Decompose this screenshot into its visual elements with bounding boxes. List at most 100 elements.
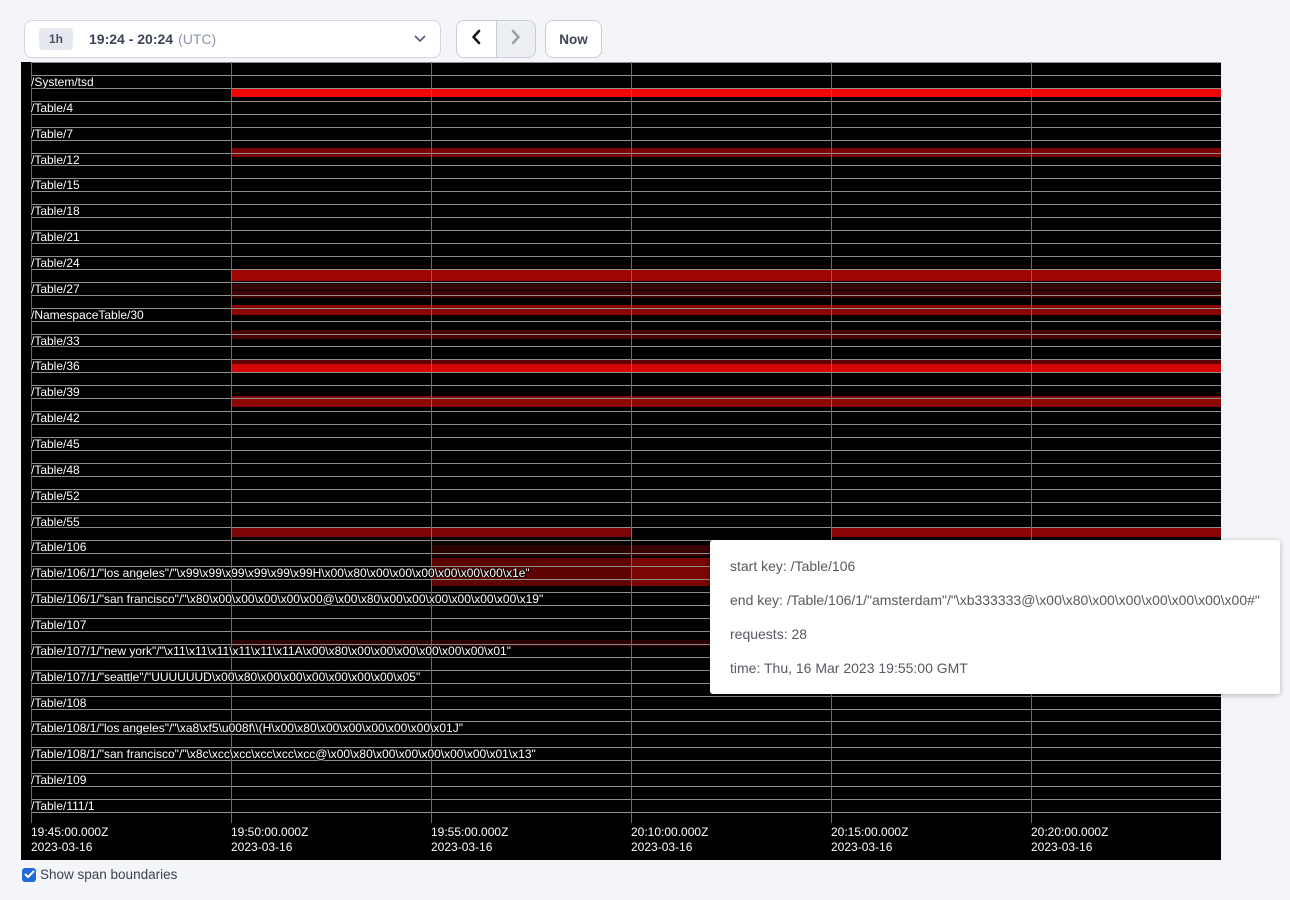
span-boundary-line bbox=[31, 217, 1221, 218]
row-label: /Table/108/1/"los angeles"/"\xa8\xf5\u00… bbox=[31, 722, 463, 735]
show-span-boundaries-label: Show span boundaries bbox=[40, 867, 177, 882]
tooltip-start-key: start key: /Table/106 bbox=[730, 558, 1260, 574]
key-visualizer-heatmap[interactable]: /System/tsd/Table/4/Table/7/Table/12/Tab… bbox=[21, 62, 1221, 860]
row-label: /Table/24 bbox=[31, 257, 80, 270]
axis-time: 19:45:00.000Z bbox=[31, 825, 108, 840]
span-boundary-line bbox=[31, 191, 1221, 192]
axis-label: 19:55:00.000Z2023-03-16 bbox=[431, 825, 508, 855]
time-gridline bbox=[831, 62, 832, 823]
row-label: /Table/52 bbox=[31, 490, 80, 503]
span-boundary-line bbox=[31, 256, 1221, 257]
span-boundary-line bbox=[31, 489, 1221, 490]
span-boundary-line bbox=[31, 243, 1221, 244]
axis-time: 20:15:00.000Z bbox=[831, 825, 908, 840]
time-range-text: 19:24 - 20:24 bbox=[89, 31, 173, 47]
row-label: /Table/108 bbox=[31, 697, 86, 710]
span-boundary-line bbox=[31, 398, 1221, 399]
axis-date: 2023-03-16 bbox=[431, 840, 508, 855]
row-label: /Table/7 bbox=[31, 128, 73, 141]
tooltip-end-key: end key: /Table/106/1/"amsterdam"/"\xb33… bbox=[730, 592, 1260, 608]
row-label: /Table/15 bbox=[31, 179, 80, 192]
time-range-zone: (UTC) bbox=[178, 31, 216, 47]
heatmap-tooltip: start key: /Table/106 end key: /Table/10… bbox=[710, 540, 1280, 694]
span-boundary-line bbox=[31, 527, 1221, 528]
row-label: /Table/18 bbox=[31, 205, 80, 218]
span-boundary-line bbox=[31, 308, 1221, 309]
time-gridline bbox=[1031, 62, 1032, 823]
chevron-left-icon bbox=[471, 29, 481, 50]
heat-band bbox=[231, 88, 1221, 97]
span-boundary-line bbox=[31, 437, 1221, 438]
heat-band bbox=[231, 364, 1221, 372]
span-boundary-line bbox=[31, 709, 1221, 710]
row-label: /Table/27 bbox=[31, 283, 80, 296]
row-label: /Table/4 bbox=[31, 102, 73, 115]
span-boundary-line bbox=[31, 321, 1221, 322]
next-time-button[interactable] bbox=[496, 21, 536, 57]
row-label: /Table/107/1/"new york"/"\x11\x11\x11\x1… bbox=[31, 645, 511, 658]
axis-time: 19:55:00.000Z bbox=[431, 825, 508, 840]
row-label: /Table/45 bbox=[31, 438, 80, 451]
axis-date: 2023-03-16 bbox=[231, 840, 308, 855]
row-label: /Table/48 bbox=[31, 464, 80, 477]
time-gridline bbox=[631, 62, 632, 823]
row-label: /Table/39 bbox=[31, 386, 80, 399]
span-boundary-line bbox=[31, 359, 1221, 360]
span-boundary-line bbox=[31, 476, 1221, 477]
chevron-right-icon bbox=[511, 29, 521, 50]
span-boundary-line bbox=[31, 88, 1221, 89]
axis-date: 2023-03-16 bbox=[1031, 840, 1108, 855]
axis-label: 19:45:00.000Z2023-03-16 bbox=[31, 825, 108, 855]
now-button-label: Now bbox=[559, 32, 588, 47]
span-boundary-line bbox=[31, 127, 1221, 128]
row-label: /Table/106 bbox=[31, 541, 86, 554]
span-boundary-line bbox=[31, 463, 1221, 464]
span-boundary-line bbox=[31, 411, 1221, 412]
span-boundary-line bbox=[31, 165, 1221, 166]
heat-band bbox=[231, 269, 1221, 281]
row-label: /Table/33 bbox=[31, 335, 80, 348]
time-range-select[interactable]: 1h 19:24 - 20:24 (UTC) bbox=[24, 20, 441, 58]
axis-date: 2023-03-16 bbox=[831, 840, 908, 855]
time-range-badge: 1h bbox=[39, 28, 73, 50]
row-label: /Table/36 bbox=[31, 360, 80, 373]
heat-band bbox=[431, 545, 631, 556]
span-boundary-line bbox=[31, 75, 1221, 76]
row-label: /Table/107/1/"seattle"/"UUUUUUD\x00\x80\… bbox=[31, 671, 420, 684]
span-boundary-line bbox=[31, 204, 1221, 205]
span-boundary-line bbox=[31, 424, 1221, 425]
span-boundary-line bbox=[31, 515, 1221, 516]
row-label: /Table/107 bbox=[31, 619, 86, 632]
span-boundary-line bbox=[31, 786, 1221, 787]
span-boundary-line bbox=[31, 372, 1221, 373]
span-boundary-line bbox=[31, 230, 1221, 231]
row-label: /Table/106/1/"los angeles"/"\x99\x99\x99… bbox=[31, 567, 530, 580]
row-label: /Table/108/1/"san francisco"/"\x8c\xcc\x… bbox=[31, 748, 536, 761]
span-boundary-line bbox=[31, 450, 1221, 451]
heat-band bbox=[831, 527, 1221, 537]
chevron-down-icon bbox=[414, 35, 426, 43]
span-boundary-line bbox=[31, 140, 1221, 141]
span-boundary-line bbox=[31, 773, 1221, 774]
checkmark-icon bbox=[24, 866, 35, 884]
span-boundary-line bbox=[31, 101, 1221, 102]
axis-label: 20:20:00.000Z2023-03-16 bbox=[1031, 825, 1108, 855]
span-boundary-line bbox=[31, 178, 1221, 179]
row-label: /Table/12 bbox=[31, 154, 80, 167]
row-label: /Table/111/1 bbox=[31, 800, 95, 813]
span-boundary-line bbox=[31, 385, 1221, 386]
row-label: /Table/109 bbox=[31, 774, 86, 787]
span-boundary-line bbox=[31, 295, 1221, 296]
show-span-boundaries-row: Show span boundaries bbox=[22, 867, 177, 882]
span-boundary-line bbox=[31, 114, 1221, 115]
prev-time-button[interactable] bbox=[457, 21, 496, 57]
show-span-boundaries-checkbox[interactable] bbox=[22, 868, 36, 882]
row-label: /NamespaceTable/30 bbox=[31, 309, 144, 322]
span-boundary-line bbox=[31, 282, 1221, 283]
row-label: /Table/21 bbox=[31, 231, 80, 244]
span-boundary-line bbox=[31, 334, 1221, 335]
axis-time: 20:10:00.000Z bbox=[631, 825, 708, 840]
axis-time: 19:50:00.000Z bbox=[231, 825, 308, 840]
now-button[interactable]: Now bbox=[545, 20, 602, 58]
span-boundary-line bbox=[31, 799, 1221, 800]
